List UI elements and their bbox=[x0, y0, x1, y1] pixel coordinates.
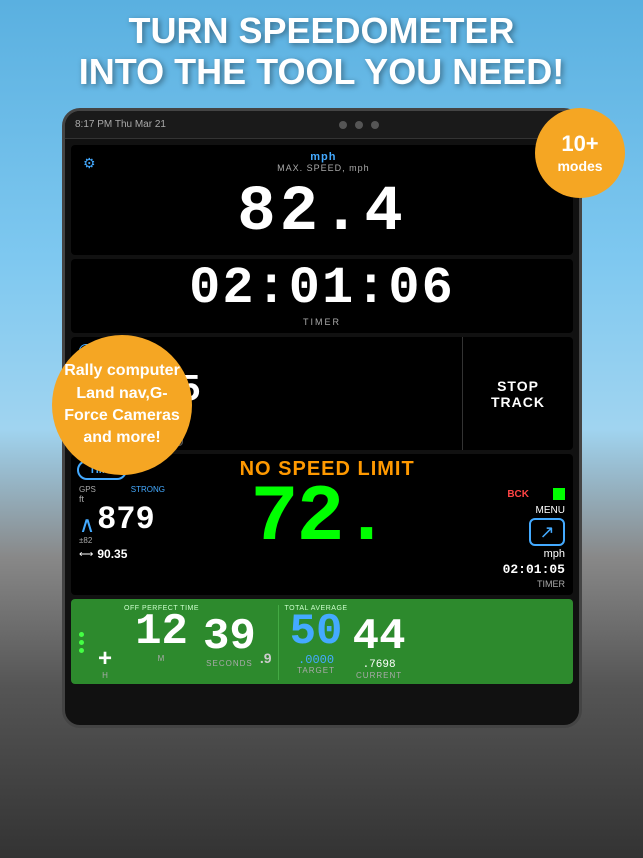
topbar-dot3 bbox=[371, 121, 379, 129]
seconds-col: 39 SECONDS bbox=[203, 605, 256, 680]
current-avg-value: 44 bbox=[353, 617, 406, 659]
device-topbar: 8:17 PM Thu Mar 21 ▮▮▮ bbox=[65, 111, 579, 139]
topbar-center bbox=[339, 121, 379, 129]
headline-line2: INTO THE TOOL YOU NEED! bbox=[20, 51, 623, 92]
speed-mode-label: mph bbox=[310, 151, 336, 163]
current-col: 44 .7698 CURRENT bbox=[352, 605, 407, 680]
topbar-time: 8:17 PM Thu Mar 21 bbox=[75, 119, 166, 130]
speed-section: ⚙ mph MAX. SPEED, mph ⛶ 82.4 bbox=[71, 145, 573, 255]
current-speed-value: 72. bbox=[250, 483, 388, 555]
green-plus-sign: + bbox=[98, 647, 112, 671]
seconds-label: SECONDS bbox=[206, 659, 253, 668]
hud-menu-row: MENU bbox=[474, 505, 565, 516]
target-label: TARGET bbox=[297, 666, 335, 675]
hud-right-panel: BCK — MENU ↗ mph 02:01:05 TIMER bbox=[472, 483, 567, 591]
green-h-label: H bbox=[102, 671, 108, 680]
altitude-value: 879 bbox=[97, 504, 155, 536]
target-col: TOTAL AVERAGE 50 .0000 TARGET bbox=[285, 605, 348, 680]
seconds-decimal-col: .9 bbox=[260, 605, 272, 680]
altitude-icon: ∧ bbox=[79, 514, 95, 536]
stop-track-button[interactable]: STOP TRACK bbox=[463, 337, 573, 450]
max-speed-value: 82.4 bbox=[79, 177, 565, 249]
hud-center-panel: 72. bbox=[171, 483, 468, 555]
target-value: 50 bbox=[290, 612, 343, 654]
topbar-dot2 bbox=[355, 121, 363, 129]
minutes-col: OFF PERFECT TIME 12 M bbox=[124, 605, 199, 680]
minutes-value: 12 bbox=[135, 612, 188, 654]
green-dot1 bbox=[79, 632, 84, 637]
seconds-decimal: .9 bbox=[260, 650, 272, 666]
hud-mph-label: mph bbox=[544, 548, 565, 560]
current-label: CURRENT bbox=[356, 671, 402, 680]
hud-content: GPS STRONG ft ∧ 879 ±82 ⟷ 90.35 72. bbox=[77, 483, 567, 591]
settings-icon[interactable]: ⚙ bbox=[83, 155, 96, 172]
timer-section: 02:01:06 TIMER bbox=[71, 259, 573, 333]
current-decimal: .7698 bbox=[363, 659, 396, 671]
green-indicator bbox=[553, 488, 565, 500]
hud-timer-label: TIMER bbox=[537, 579, 565, 589]
green-bottom-bar: + H OFF PERFECT TIME 12 M 39 SECONDS .9 … bbox=[71, 599, 573, 684]
headline-container: TURN SPEEDOMETER INTO THE TOOL YOU NEED! bbox=[0, 0, 643, 93]
gps-row: GPS STRONG bbox=[79, 485, 165, 494]
green-dots bbox=[79, 605, 84, 680]
green-dot2 bbox=[79, 640, 84, 645]
badge-modes-subtext: modes bbox=[557, 158, 602, 175]
menu-icon[interactable]: ↗ bbox=[529, 518, 565, 546]
speed-top-row: ⚙ mph MAX. SPEED, mph ⛶ bbox=[79, 149, 565, 177]
altitude-row: ∧ 879 bbox=[79, 504, 165, 536]
seconds-value: 39 bbox=[203, 617, 256, 659]
hud-distance-value: 90.35 bbox=[97, 547, 127, 561]
badge-features-text: Rally computer Land nav,G-Force Cameras … bbox=[62, 360, 182, 450]
hud-left-panel: GPS STRONG ft ∧ 879 ±82 ⟷ 90.35 bbox=[77, 483, 167, 563]
green-dot3 bbox=[79, 648, 84, 653]
target-decimal: .0000 bbox=[298, 654, 334, 666]
max-speed-label: MAX. SPEED, mph bbox=[277, 163, 370, 173]
badge-modes: 10+ modes bbox=[535, 108, 625, 198]
gps-label: GPS bbox=[79, 485, 96, 494]
hud-timer-value: 02:01:05 bbox=[503, 562, 565, 577]
headline-line1: TURN SPEEDOMETER bbox=[20, 10, 623, 51]
menu-label: MENU bbox=[536, 505, 565, 516]
timer-label: TIMER bbox=[79, 317, 565, 327]
green-plus-col: + H bbox=[90, 605, 120, 680]
topbar-dot1 bbox=[339, 121, 347, 129]
gps-status: STRONG bbox=[131, 485, 165, 494]
m-label: M bbox=[158, 654, 166, 663]
badge-features: Rally computer Land nav,G-Force Cameras … bbox=[52, 335, 192, 475]
badge-modes-number: 10+ bbox=[561, 131, 598, 157]
distance-icon: ⟷ bbox=[79, 549, 93, 560]
timer-value: 02:01:06 bbox=[79, 263, 565, 315]
hud-bck-row: BCK — bbox=[474, 485, 565, 503]
bck-label: BCK bbox=[507, 489, 529, 500]
green-divider bbox=[278, 605, 279, 680]
hud-section: TIME NO SPEED LIMIT GPS STRONG ft ∧ 879 … bbox=[71, 454, 573, 595]
hud-distance-row: ⟷ 90.35 bbox=[79, 547, 165, 561]
